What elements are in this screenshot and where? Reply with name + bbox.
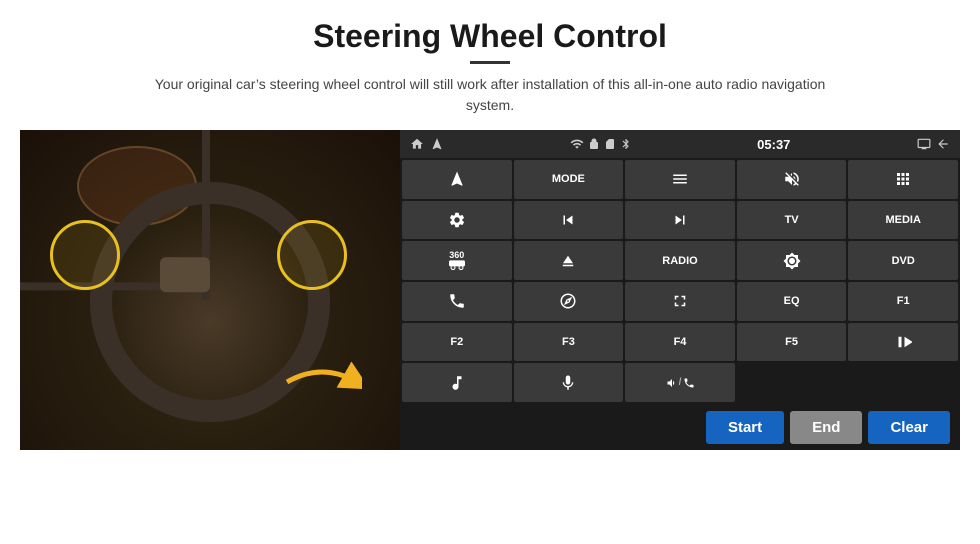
music-note-icon [448, 374, 466, 392]
navigate-send-icon [448, 170, 466, 188]
apps-grid-icon [894, 170, 912, 188]
button-grid: MODE [400, 158, 960, 404]
status-bar-left [410, 137, 444, 151]
mode-button[interactable]: MODE [514, 160, 624, 199]
arrow-indicator [282, 357, 362, 412]
start-button[interactable]: Start [706, 411, 784, 444]
phone-small-icon [683, 377, 695, 389]
left-controls-highlight [50, 220, 120, 290]
compass-icon [559, 292, 577, 310]
action-bar: Start End Clear [400, 404, 960, 450]
phone-icon [448, 292, 466, 310]
vol-down-icon [665, 377, 677, 389]
settings-gear-icon [448, 211, 466, 229]
subtitle-text: Your original car’s steering wheel contr… [140, 74, 840, 116]
brightness-icon [783, 252, 801, 270]
dvd-button[interactable]: DVD [848, 241, 958, 280]
menu-list-icon [671, 170, 689, 188]
f4-button[interactable]: F4 [625, 323, 735, 362]
mute-button[interactable] [737, 160, 847, 199]
skip-next-icon [671, 211, 689, 229]
eject-icon [559, 252, 577, 270]
content-row: 05:37 MODE [20, 130, 960, 450]
status-icons [570, 137, 632, 151]
fullscreen-icon [671, 292, 689, 310]
sd-icon [604, 137, 616, 151]
vol-phone-button[interactable]: / [625, 363, 735, 402]
end-button[interactable]: End [790, 411, 862, 444]
page-title: Steering Wheel Control [313, 18, 667, 55]
music-button[interactable] [402, 363, 512, 402]
status-right [916, 137, 950, 151]
right-controls-highlight [277, 220, 347, 290]
next-button[interactable] [625, 201, 735, 240]
arrow-icon [282, 357, 362, 407]
phone-button[interactable] [402, 282, 512, 321]
volume-mute-icon [783, 170, 801, 188]
f3-button[interactable]: F3 [514, 323, 624, 362]
mic-button[interactable] [514, 363, 624, 402]
nav-button[interactable] [402, 160, 512, 199]
status-bar: 05:37 [400, 130, 960, 158]
skip-previous-icon [559, 211, 577, 229]
tv-button[interactable]: TV [737, 201, 847, 240]
steering-wheel-image [20, 130, 400, 450]
play-pause-icon [894, 333, 912, 351]
f2-button[interactable]: F2 [402, 323, 512, 362]
f1-button[interactable]: F1 [848, 282, 958, 321]
back-icon [936, 137, 950, 151]
clear-button[interactable]: Clear [868, 411, 950, 444]
microphone-icon [559, 374, 577, 392]
brightness-button[interactable] [737, 241, 847, 280]
screen-icon [916, 137, 932, 151]
bluetooth-icon [620, 137, 632, 151]
media-button[interactable]: MEDIA [848, 201, 958, 240]
apps-button[interactable] [848, 160, 958, 199]
settings-button[interactable] [402, 201, 512, 240]
status-time: 05:37 [757, 137, 790, 152]
wheel-center [160, 257, 210, 292]
cam360-button[interactable]: 360 [402, 241, 512, 280]
eject-button[interactable] [514, 241, 624, 280]
page-wrapper: Steering Wheel Control Your original car… [0, 0, 980, 544]
playpause-button[interactable] [848, 323, 958, 362]
wifi-icon [570, 137, 584, 151]
title-divider [470, 61, 510, 64]
steering-bg [20, 130, 400, 450]
screen-btn[interactable] [625, 282, 735, 321]
navi-button[interactable] [514, 282, 624, 321]
eq-button[interactable]: EQ [737, 282, 847, 321]
control-panel: 05:37 MODE [400, 130, 960, 450]
f5-button[interactable]: F5 [737, 323, 847, 362]
home-icon [410, 137, 424, 151]
radio-button[interactable]: RADIO [625, 241, 735, 280]
prev-button[interactable] [514, 201, 624, 240]
list-button[interactable] [625, 160, 735, 199]
nav-icon [430, 137, 444, 151]
car-360-icon [449, 260, 465, 270]
lock-icon [588, 138, 600, 150]
